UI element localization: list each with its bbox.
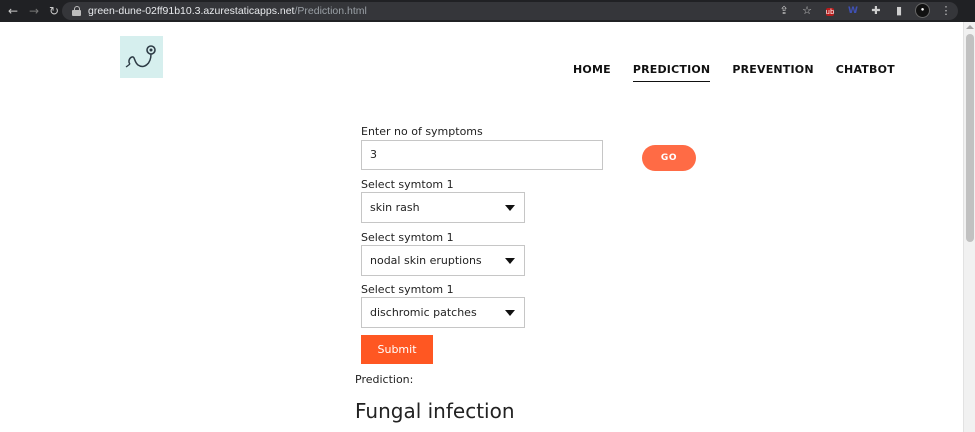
prediction-result: Fungal infection [355, 399, 515, 423]
symptom-3-label: Select symtom 1 [361, 283, 454, 296]
nav-prediction[interactable]: PREDICTION [632, 63, 711, 82]
browser-toolbar: ← → ↻ green-dune-02ff91b10.3.azurestatic… [0, 0, 975, 22]
symptom-count-label: Enter no of symptoms [361, 125, 483, 138]
symptom-1-value: skin rash [370, 201, 420, 214]
symptom-2-value: nodal skin eruptions [370, 254, 482, 267]
scrollbar[interactable] [963, 22, 975, 432]
symptom-2-select[interactable]: nodal skin eruptions [361, 245, 525, 276]
reload-icon[interactable]: ↻ [47, 4, 61, 18]
extension-icon[interactable]: W [846, 4, 860, 18]
back-icon[interactable]: ← [6, 4, 20, 18]
puzzle-icon[interactable]: ✚ [869, 4, 883, 18]
scroll-thumb[interactable] [966, 34, 974, 242]
symptom-1-select[interactable]: skin rash [361, 192, 525, 223]
symptom-1-label: Select symtom 1 [361, 178, 454, 191]
lock-icon[interactable] [72, 6, 81, 16]
go-button[interactable]: GO [642, 145, 696, 171]
symptom-3-value: dischromic patches [370, 306, 477, 319]
star-icon[interactable]: ☆ [800, 4, 814, 18]
forward-icon[interactable]: → [27, 4, 41, 18]
browser-actions: ⇪ ☆ ub W ✚ ▮ ● ⋮ [777, 3, 953, 18]
symptom-count-input[interactable]: 3 [361, 140, 603, 170]
extension-icon[interactable]: ub [823, 4, 837, 18]
nav-home[interactable]: HOME [573, 63, 611, 82]
stethoscope-icon [125, 45, 156, 68]
submit-button[interactable]: Submit [361, 335, 433, 364]
share-icon[interactable]: ⇪ [777, 4, 791, 18]
symptom-3-select[interactable]: dischromic patches [361, 297, 525, 328]
menu-icon[interactable]: ⋮ [939, 4, 953, 18]
site-logo[interactable] [120, 36, 163, 78]
main-nav: HOME PREDICTION PREVENTION CHATBOT [573, 63, 917, 82]
nav-prevention[interactable]: PREVENTION [732, 63, 813, 82]
url-host: green-dune-02ff91b10.3.azurestaticapps.n… [88, 5, 295, 17]
symptom-2-label: Select symtom 1 [361, 231, 454, 244]
dropdown-arrow-icon [505, 258, 515, 264]
profile-icon[interactable]: ● [915, 3, 930, 18]
dropdown-arrow-icon [505, 205, 515, 211]
dropdown-arrow-icon [505, 310, 515, 316]
side-panel-icon[interactable]: ▮ [892, 4, 906, 18]
prediction-label: Prediction: [355, 373, 414, 386]
nav-chatbot[interactable]: CHATBOT [836, 63, 895, 82]
scroll-up-icon[interactable] [966, 25, 974, 29]
url-path: /Prediction.html [294, 5, 367, 17]
